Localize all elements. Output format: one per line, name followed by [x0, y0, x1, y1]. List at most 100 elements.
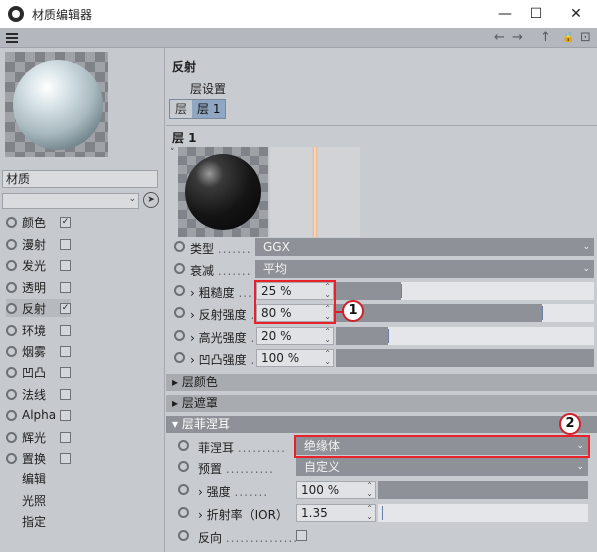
channel-item-luminance[interactable]: 发光 — [6, 256, 71, 274]
channel-item-displacement[interactable]: 置换 — [6, 449, 71, 467]
roughness-slider[interactable] — [336, 282, 594, 300]
channel-item-color[interactable]: 颜色 ✓ — [6, 213, 71, 231]
radio-icon[interactable] — [178, 507, 189, 518]
radio-icon[interactable] — [6, 345, 17, 357]
radio-icon[interactable] — [6, 431, 17, 443]
up-arrow-icon[interactable]: ↑ — [540, 30, 551, 45]
bump-strength-slider[interactable] — [336, 349, 594, 367]
chevron-down-icon[interactable]: ˅ — [170, 148, 175, 158]
close-button[interactable]: ✕ — [558, 0, 594, 28]
preset-dropdown[interactable]: 自定义 ⌄ — [296, 458, 588, 476]
channel-item-diffusion[interactable]: 漫射 — [6, 235, 71, 253]
annotation-marker-2: 2 — [559, 413, 581, 435]
slider-handle[interactable] — [382, 506, 383, 520]
channel-checkbox[interactable] — [60, 259, 71, 271]
radio-icon[interactable] — [6, 452, 17, 464]
channel-checkbox[interactable]: ✓ — [60, 302, 71, 314]
radio-icon[interactable] — [6, 324, 17, 336]
pick-arrow-button[interactable]: ➤ — [143, 192, 159, 208]
radio-icon[interactable] — [6, 259, 17, 271]
tab-layer-1[interactable]: 层 1 — [192, 100, 226, 118]
channel-checkbox[interactable] — [60, 452, 71, 464]
group-layer-mask[interactable]: ▸ 层遮罩 — [166, 395, 597, 412]
extra-illumination[interactable]: 光照 — [22, 492, 46, 509]
radio-icon[interactable] — [6, 302, 17, 314]
channel-checkbox[interactable] — [60, 324, 71, 336]
channel-item-alpha[interactable]: Alpha — [6, 406, 71, 424]
radio-icon[interactable] — [174, 307, 185, 318]
ior-slider[interactable] — [378, 504, 588, 522]
maximize-button[interactable]: ☐ — [518, 0, 554, 28]
material-name-field[interactable]: 材质 — [2, 170, 158, 188]
extra-edit[interactable]: 编辑 — [22, 470, 46, 487]
radio-icon[interactable] — [6, 216, 17, 228]
channel-item-normal[interactable]: 法线 — [6, 385, 71, 403]
specular-strength-slider[interactable] — [336, 327, 594, 345]
lock-icon[interactable]: 🔒 — [562, 32, 574, 43]
fresnel-strength-slider[interactable] — [378, 481, 588, 499]
channel-label: 置换 — [22, 451, 47, 466]
radio-icon[interactable] — [174, 330, 185, 341]
slider-handle[interactable] — [387, 329, 389, 343]
material-dropdown[interactable]: ⌄ — [2, 193, 139, 209]
tab-layer[interactable]: 层 — [170, 100, 192, 118]
channel-item-glow[interactable]: 辉光 — [6, 428, 71, 446]
channel-label: 法线 — [22, 387, 47, 402]
channel-item-reflectance[interactable]: 反射 ✓ — [6, 299, 71, 317]
ior-input[interactable]: 1.35 ⌃ ⌄ — [296, 504, 376, 522]
group-layer-color[interactable]: ▸ 层颜色 — [166, 374, 597, 391]
channel-item-transparency[interactable]: 透明 — [6, 278, 71, 296]
channel-item-fog[interactable]: 烟雾 — [6, 342, 71, 360]
extra-assignment[interactable]: 指定 — [22, 513, 46, 530]
radio-icon[interactable] — [174, 352, 185, 363]
layer-preview-ball — [178, 147, 268, 237]
radio-icon[interactable] — [6, 366, 17, 378]
channel-checkbox[interactable] — [60, 366, 71, 378]
ior-label: › 折射率（IOR） — [198, 508, 288, 522]
radio-icon[interactable] — [178, 440, 189, 451]
radio-icon[interactable] — [174, 263, 185, 274]
slider-handle[interactable] — [542, 306, 544, 320]
radio-icon[interactable] — [6, 409, 17, 421]
radio-icon[interactable] — [6, 281, 17, 293]
channel-item-bump[interactable]: 凹凸 — [6, 363, 71, 381]
material-preview[interactable] — [5, 52, 108, 157]
forward-arrow-icon[interactable]: → — [512, 30, 523, 45]
new-window-icon[interactable]: ⊡ — [580, 30, 591, 45]
spinner-icon[interactable]: ⌃ ⌄ — [366, 482, 373, 498]
reflection-strength-slider[interactable] — [336, 304, 594, 322]
spinner-icon[interactable]: ⌃ ⌄ — [366, 505, 373, 521]
channel-checkbox[interactable]: ✓ — [60, 216, 71, 228]
chevron-down-icon: ⌄ — [576, 462, 584, 472]
channel-label: 漫射 — [22, 237, 47, 252]
channel-checkbox[interactable] — [60, 431, 71, 443]
fresnel-strength-input[interactable]: 100 % ⌃ ⌄ — [296, 481, 376, 499]
radio-icon[interactable] — [6, 388, 17, 400]
radio-icon[interactable] — [178, 461, 189, 472]
channel-checkbox[interactable] — [60, 281, 71, 293]
spinner-icon[interactable]: ⌃ ⌄ — [324, 328, 331, 344]
type-dropdown[interactable]: GGX ⌄ — [255, 238, 594, 256]
layer-settings-label: 层设置 — [190, 82, 227, 96]
chevron-down-icon: ⌄ — [128, 194, 136, 204]
spinner-icon[interactable]: ⌃ ⌄ — [324, 350, 331, 366]
channel-checkbox[interactable] — [60, 345, 71, 357]
menu-icon[interactable] — [6, 33, 18, 43]
channel-checkbox[interactable] — [60, 388, 71, 400]
slider-handle[interactable] — [400, 284, 402, 298]
channel-item-environment[interactable]: 环境 — [6, 321, 71, 339]
group-layer-fresnel[interactable]: ▾ 层菲涅耳 — [166, 416, 597, 433]
radio-icon[interactable] — [6, 238, 17, 250]
specular-strength-input[interactable]: 20 % ⌃ ⌄ — [256, 327, 334, 345]
attenuation-row: 衰减 ....... 平均 ⌄ — [166, 259, 597, 279]
channel-checkbox[interactable] — [60, 238, 71, 250]
radio-icon[interactable] — [178, 484, 189, 495]
attenuation-dropdown[interactable]: 平均 ⌄ — [255, 260, 594, 278]
bump-strength-input[interactable]: 100 % ⌃ ⌄ — [256, 349, 334, 367]
invert-checkbox[interactable] — [296, 530, 307, 541]
radio-icon[interactable] — [178, 530, 189, 541]
radio-icon[interactable] — [174, 241, 185, 252]
channel-checkbox[interactable] — [60, 409, 71, 421]
back-arrow-icon[interactable]: ← — [494, 30, 505, 45]
radio-icon[interactable] — [174, 285, 185, 296]
